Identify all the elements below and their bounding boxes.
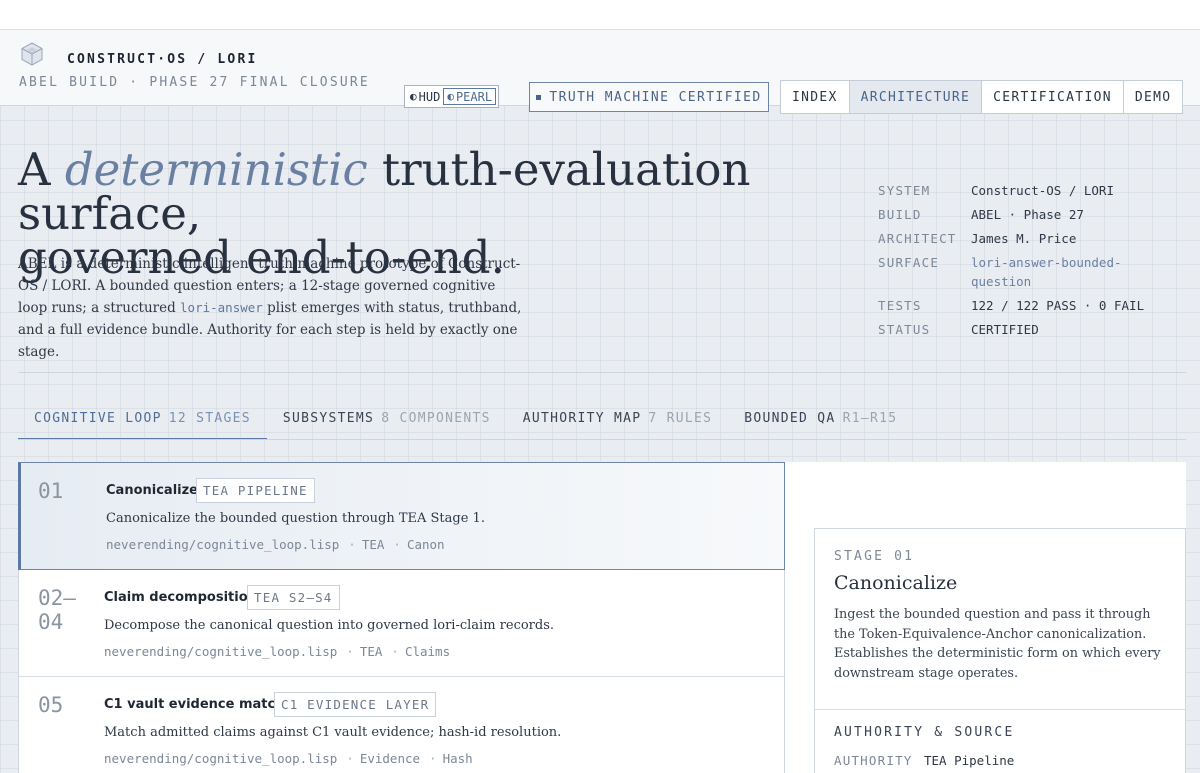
meta-value: CERTIFIED	[971, 322, 1039, 337]
stage-label: TEA	[359, 644, 383, 659]
theme-option-hud[interactable]: ◐ HUD	[407, 88, 443, 105]
stage-source-file[interactable]: neverending/cognitive_loop.lisp	[104, 751, 337, 766]
stage-source-file[interactable]: neverending/cognitive_loop.lisp	[104, 644, 337, 659]
meta-row-build: BUILD ABEL · Phase 27	[878, 205, 1178, 224]
stage-row[interactable]: 02– 04 Claim decomposition TEA S2–S4 Decomp…	[19, 570, 784, 677]
detail-stage-description: Ingest the bounded question and pass it …	[834, 607, 1161, 681]
stage-meta: neverending/cognitive_loop.lisp · TEA · Cano…	[106, 537, 445, 552]
stage-tag: C1 EVIDENCE LAYER	[274, 692, 437, 717]
meta-separator: ·	[429, 751, 437, 766]
detail-divider	[815, 709, 1185, 710]
meta-separator: ·	[391, 644, 399, 659]
meta-row-system: SYSTEM Construct-OS / LORI	[878, 181, 1178, 200]
meta-key: STATUS	[878, 322, 931, 337]
brand-subtitle: ABEL BUILD · PHASE 27 FINAL CLOSURE	[19, 75, 370, 90]
stage-tag: TEA PIPELINE	[196, 478, 315, 503]
meta-key: BUILD	[878, 207, 922, 222]
stage-meta: neverending/cognitive_loop.lisp · TEA · Clai…	[104, 644, 450, 659]
certification-badge[interactable]: TRUTH MACHINE CERTIFIED	[529, 82, 769, 112]
stage-name: C1 vault evidence match	[104, 697, 285, 712]
detail-authority-key: AUTHORITY	[834, 753, 913, 768]
tab-count: 12 STAGES	[168, 411, 251, 426]
stage-tag: TEA S2–S4	[247, 585, 340, 610]
meta-row-surface: SURFACE lori-answer-bounded-question	[878, 253, 1178, 291]
meta-value[interactable]: lori-answer-bounded-question	[971, 253, 1178, 291]
stage-meta: neverending/cognitive_loop.lisp · Evidence…	[104, 751, 473, 766]
tab-label: SUBSYSTEMS	[282, 411, 375, 426]
stage-name: Claim decomposition	[104, 590, 257, 605]
stage-description: Decompose the canonical question into go…	[104, 618, 555, 633]
stage-label: Claims	[404, 644, 451, 659]
detail-section-heading: AUTHORITY & SOURCE	[834, 725, 1015, 740]
tab-label: COGNITIVE LOOP	[34, 411, 162, 426]
stage-row[interactable]: 01 Canonicalize TEA PIPELINE Canonicalize t…	[18, 462, 785, 570]
tab-bounded-qa[interactable]: BOUNDED QA R1–R15	[728, 404, 913, 440]
stage-row[interactable]: 05 C1 vault evidence match C1 EVIDENCE LAY…	[19, 677, 784, 773]
stage-label: Hash	[442, 751, 473, 766]
tabs-divider	[18, 439, 1186, 440]
tab-count: 8 COMPONENTS	[381, 411, 491, 426]
stage-source-file[interactable]: neverending/cognitive_loop.lisp	[106, 537, 339, 552]
half-circle-icon: ◐	[410, 90, 417, 103]
meta-value: ABEL · Phase 27	[971, 207, 1084, 222]
hero-code-term: lori-answer	[180, 300, 263, 315]
tab-count: 7 RULES	[648, 411, 713, 426]
view-tabs: COGNITIVE LOOP 12 STAGES SUBSYSTEMS 8 COMPO…	[18, 404, 913, 440]
stage-label: Canon	[406, 537, 445, 552]
system-meta: SYSTEM Construct-OS / LORI BUILD ABEL · Pha…	[878, 181, 1178, 344]
brand-title[interactable]: CONSTRUCT·OS / LORI	[67, 52, 258, 67]
half-circle-icon: ◐	[447, 90, 454, 103]
meta-key: SURFACE	[878, 255, 940, 270]
top-strip	[0, 0, 1200, 30]
meta-value: Construct-OS / LORI	[971, 183, 1114, 198]
meta-value: 122 / 122 PASS · 0 FAIL	[971, 298, 1145, 313]
section-divider	[18, 372, 1186, 373]
meta-separator: ·	[348, 537, 356, 552]
meta-separator: ·	[346, 751, 354, 766]
stage-number: 02– 04	[38, 586, 76, 634]
stage-label: Evidence	[359, 751, 421, 766]
tab-subsystems[interactable]: SUBSYSTEMS 8 COMPONENTS	[267, 404, 507, 440]
square-bullet-icon	[536, 94, 542, 100]
meta-separator: ·	[346, 644, 354, 659]
meta-key: ARCHITECT	[878, 231, 957, 246]
stage-description: Match admitted claims against C1 vault e…	[104, 725, 562, 740]
meta-value: James M. Price	[971, 231, 1077, 246]
stage-name: Canonicalize	[106, 483, 198, 498]
stage-list: 01 Canonicalize TEA PIPELINE Canonicalize t…	[18, 462, 785, 773]
theme-option-pearl[interactable]: ◐ PEARL	[443, 88, 497, 105]
tab-authority-map[interactable]: AUTHORITY MAP 7 RULES	[507, 404, 729, 440]
detail-authority-row: AUTHORITY TEA Pipeline	[834, 753, 1014, 768]
nav-item-index[interactable]: INDEX	[781, 81, 850, 113]
detail-authority-value: TEA Pipeline	[924, 753, 1015, 768]
theme-toggle[interactable]: ◐ HUD ◐ PEARL	[404, 85, 500, 108]
theme-option-label: HUD	[418, 89, 441, 104]
tab-label: BOUNDED QA	[744, 411, 836, 426]
tab-label: AUTHORITY MAP	[522, 411, 642, 426]
nav-item-certification[interactable]: CERTIFICATION	[982, 81, 1124, 113]
cube-logo-icon[interactable]	[20, 42, 44, 66]
stage-number: 01	[38, 479, 64, 503]
stage-description: Canonicalize the bounded question throug…	[106, 511, 485, 526]
detail-stage-label: STAGE 01	[834, 549, 915, 564]
main-nav: INDEX ARCHITECTURE CERTIFICATION DEMO	[780, 80, 1184, 114]
meta-key: TESTS	[878, 298, 922, 313]
stage-number: 05	[38, 693, 64, 717]
meta-row-tests: TESTS 122 / 122 PASS · 0 FAIL	[878, 296, 1178, 315]
stage-label: TEA	[361, 537, 385, 552]
tab-cognitive-loop[interactable]: COGNITIVE LOOP 12 STAGES	[18, 404, 267, 440]
meta-key: SYSTEM	[878, 183, 931, 198]
theme-option-label: PEARL	[455, 89, 493, 104]
nav-item-demo[interactable]: DEMO	[1124, 81, 1183, 113]
site-header: CONSTRUCT·OS / LORI ABEL BUILD · PHASE 2…	[0, 30, 1200, 114]
detail-stage-title: Canonicalize	[834, 572, 958, 594]
meta-row-status: STATUS CERTIFIED	[878, 320, 1178, 339]
certification-badge-label: TRUTH MACHINE CERTIFIED	[549, 89, 762, 105]
nav-item-architecture[interactable]: ARCHITECTURE	[849, 81, 983, 113]
meta-separator: ·	[393, 537, 401, 552]
meta-row-architect: ARCHITECT James M. Price	[878, 229, 1178, 248]
stage-detail-panel: STAGE 01 Canonicalize Ingest the bounded…	[814, 528, 1186, 773]
tab-count: R1–R15	[842, 411, 898, 426]
hero-description: ABEL is a deterministic intelligent trut…	[18, 256, 522, 360]
